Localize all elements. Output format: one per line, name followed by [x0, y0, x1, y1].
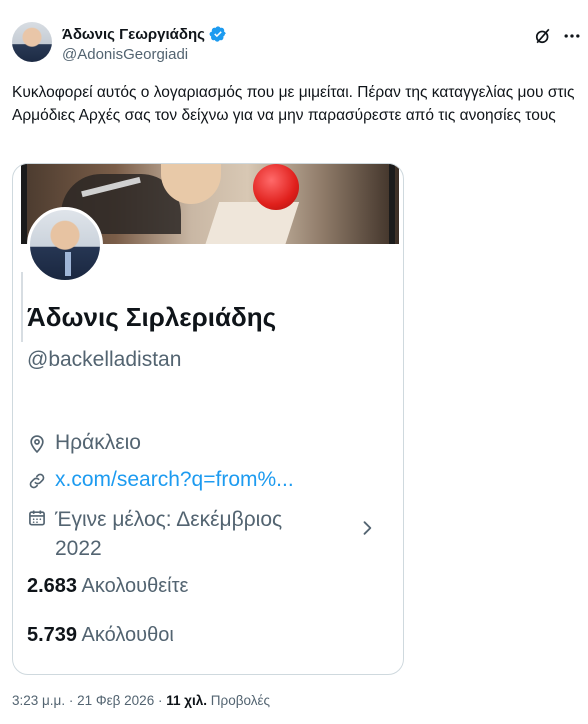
profile-location: Ηράκλειο [55, 431, 141, 454]
tweet-time[interactable]: 3:23 μ.μ. [12, 693, 65, 708]
author-name[interactable]: Άδωνις Γεωργιάδης [62, 26, 205, 43]
calendar-icon [29, 510, 45, 526]
following-label: Ακολουθείτε [81, 575, 189, 597]
profile-name: Άδωνις Σιρλεριάδης [27, 302, 277, 332]
verified-badge-icon [209, 26, 226, 42]
profile-joined-row: Έγινε μέλος: Δεκέμβριος 2022 [27, 505, 327, 563]
link-icon [29, 473, 45, 489]
views-label: Προβολές [210, 693, 271, 708]
grok-icon[interactable] [533, 26, 553, 46]
embedded-profile-card[interactable]: Άδωνις Σιρλεριάδης @backelladistan Ηράκλ… [12, 163, 404, 675]
meta-separator: · [154, 693, 167, 708]
views-count: 11 χιλ. [166, 693, 208, 708]
author-avatar[interactable] [12, 22, 52, 62]
profile-followers: 5.739 Ακόλουθοι [27, 624, 174, 647]
chevron-right-icon [363, 521, 372, 535]
tweet-text: Κυκλοφορεί αυτός ο λογαριασμός που με μι… [12, 84, 575, 124]
followers-count: 5.739 [27, 624, 78, 646]
following-count: 2.683 [27, 575, 78, 597]
profile-avatar [27, 207, 103, 283]
profile-joined: Έγινε μέλος: Δεκέμβριος 2022 [55, 508, 283, 560]
meta-separator: · [65, 693, 78, 708]
scrollbar-track [21, 272, 23, 342]
profile-link-row: x.com/search?q=from%... [27, 468, 294, 492]
author-handle[interactable]: @AdonisGeorgiadi [62, 46, 188, 63]
profile-link: x.com/search?q=from%... [55, 468, 294, 491]
tweet-date[interactable]: 21 Φεβ 2026 [77, 693, 154, 708]
followers-label: Ακόλουθοι [81, 624, 174, 646]
profile-following: 2.683 Ακολουθείτε [27, 575, 188, 598]
profile-location-row: Ηράκλειο [27, 431, 141, 455]
tweet-meta: 3:23 μ.μ. · 21 Φεβ 2026 · 11 χιλ. Προβολ… [12, 693, 270, 708]
author-name-row[interactable]: Άδωνις Γεωργιάδης [62, 25, 227, 43]
more-icon[interactable] [562, 26, 582, 46]
profile-handle: @backelladistan [27, 348, 182, 371]
location-pin-icon [30, 435, 44, 454]
